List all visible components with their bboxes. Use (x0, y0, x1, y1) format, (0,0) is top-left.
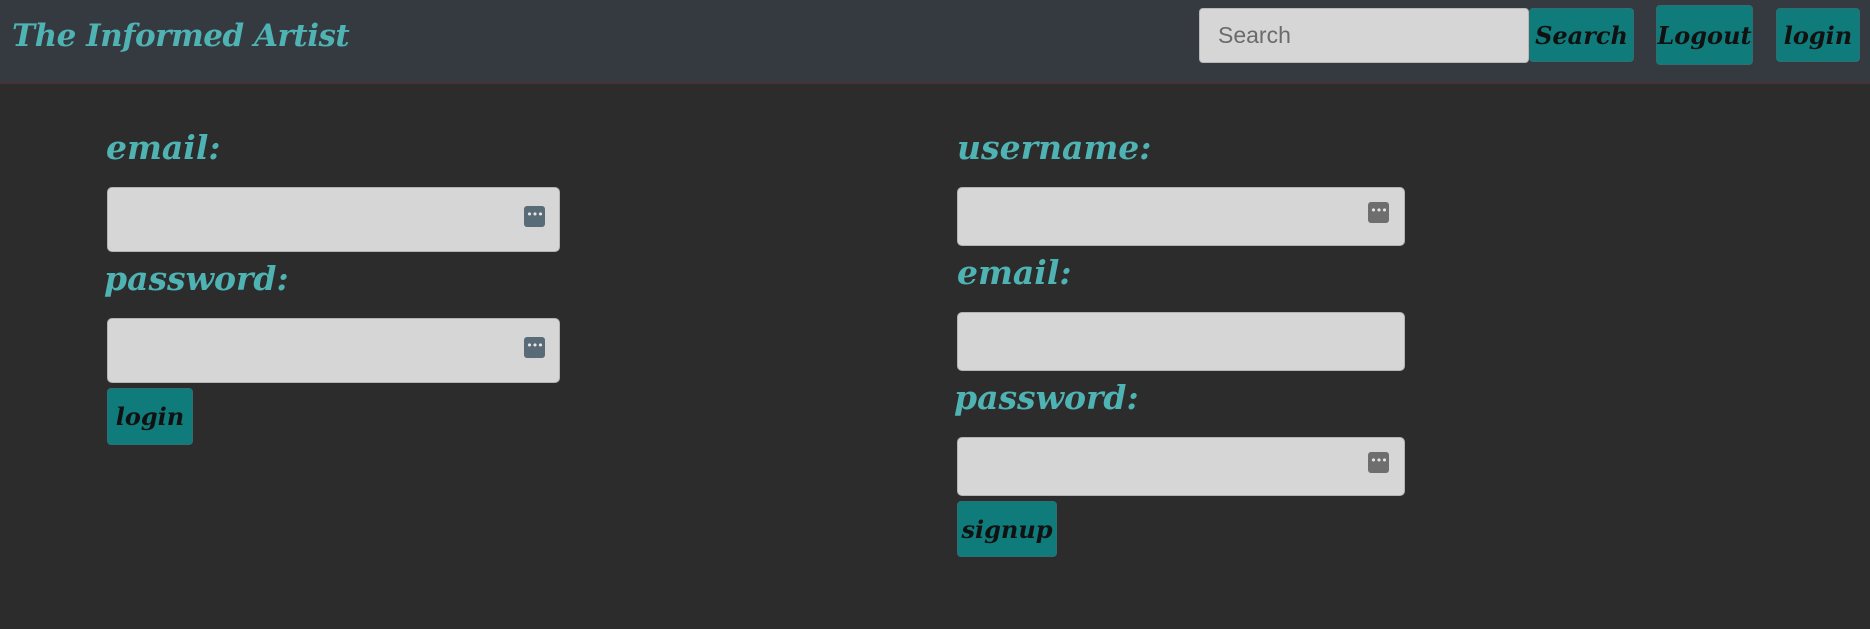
search-button[interactable]: Search (1529, 8, 1634, 62)
signup-username-label: username: (957, 128, 1152, 167)
login-submit-button[interactable]: login (107, 388, 193, 445)
brand-logo[interactable]: The Informed Artist (12, 18, 350, 54)
signup-password-label: password: (954, 378, 1139, 417)
login-password-field[interactable] (107, 318, 560, 383)
signup-email-field[interactable] (957, 312, 1405, 371)
password-manager-icon[interactable]: ••• (1368, 452, 1389, 473)
password-manager-icon[interactable]: ••• (524, 337, 545, 358)
signup-password-field[interactable] (957, 437, 1405, 496)
nav-login-button[interactable]: login (1776, 8, 1860, 62)
search-input[interactable] (1199, 8, 1529, 63)
password-manager-icon[interactable]: ••• (524, 206, 545, 227)
login-email-label: email: (106, 128, 221, 167)
signup-username-field[interactable] (957, 187, 1405, 246)
logout-button[interactable]: Logout (1656, 5, 1753, 65)
login-password-label: password: (104, 259, 289, 298)
signup-email-label: email: (957, 253, 1072, 292)
login-email-field[interactable] (107, 187, 560, 252)
navbar: The Informed Artist Search Logout login (0, 0, 1870, 84)
password-manager-icon[interactable]: ••• (1368, 202, 1389, 223)
signup-submit-button[interactable]: signup (957, 501, 1057, 557)
